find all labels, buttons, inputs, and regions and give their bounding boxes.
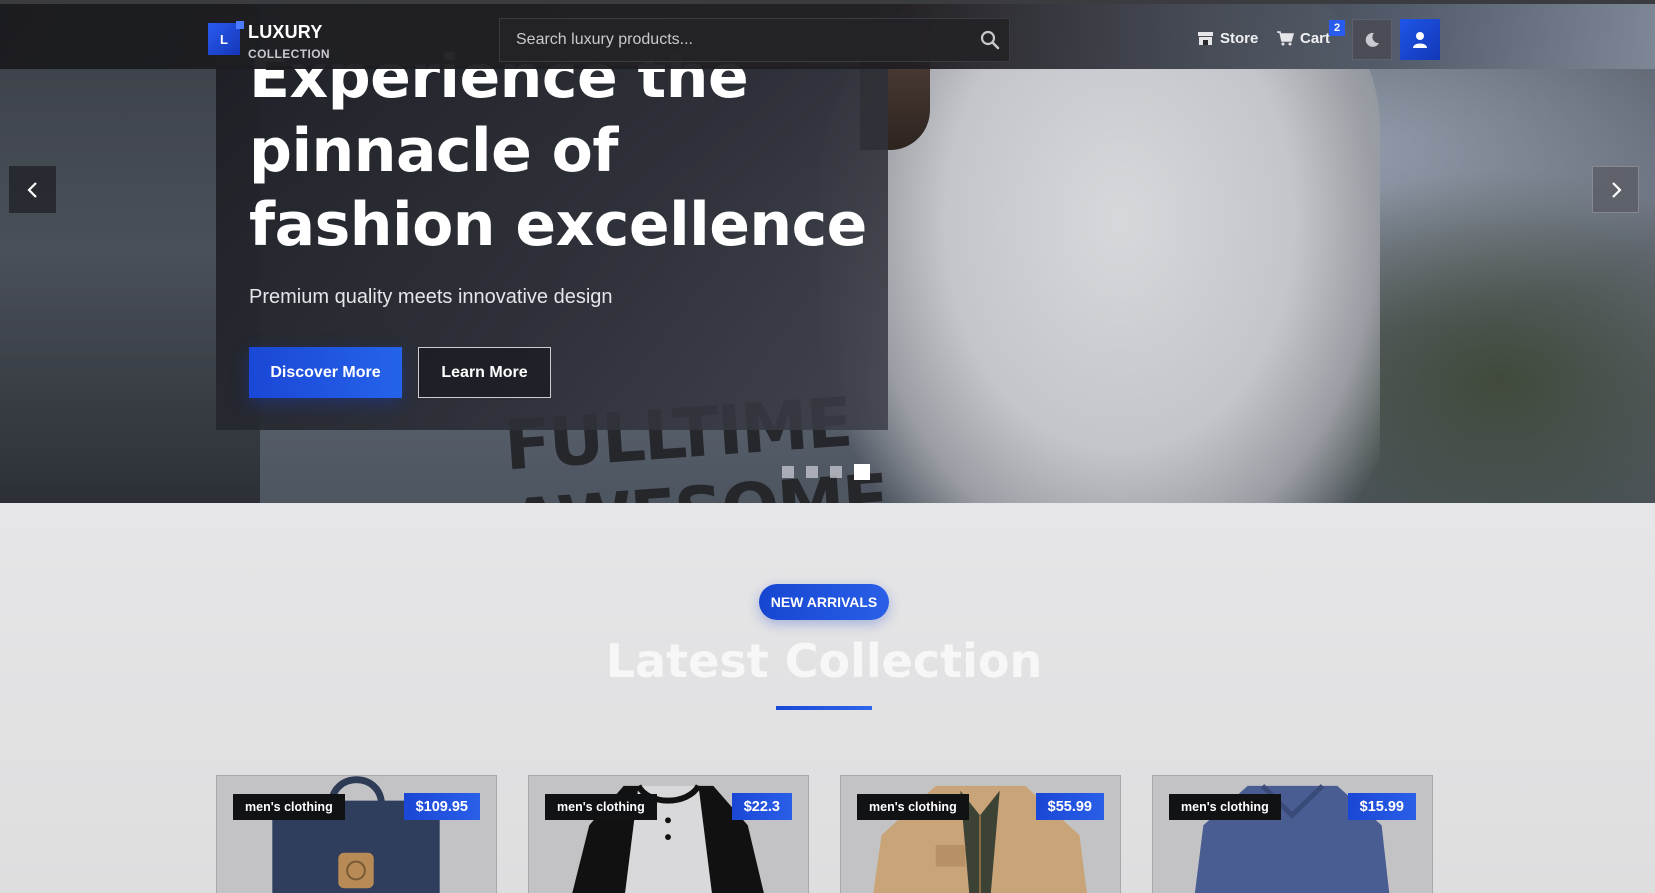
logo-mark[interactable]: L <box>208 21 244 55</box>
new-arrivals-badge: NEW ARRIVALS <box>759 584 889 620</box>
store-icon <box>1198 32 1213 45</box>
section-title: Latest Collection <box>605 634 1043 688</box>
logo-subtitle: COLLECTION <box>248 47 330 61</box>
product-card[interactable]: men's clothing $22.3 <box>528 775 809 893</box>
carousel-indicators <box>782 464 870 480</box>
product-card[interactable]: men's clothing $55.99 <box>840 775 1121 893</box>
user-account-button[interactable] <box>1400 19 1440 60</box>
discover-more-button[interactable]: Discover More <box>249 347 402 398</box>
chevron-right-icon <box>1611 181 1622 198</box>
user-icon <box>1413 31 1427 48</box>
nav-cart-link[interactable]: Cart <box>1277 30 1330 47</box>
hero-carousel: FULLTIME AWESOME Experience the pinnacle… <box>0 0 1655 503</box>
moon-icon <box>1365 32 1379 47</box>
carousel-next-button[interactable] <box>1592 166 1639 213</box>
learn-more-button[interactable]: Learn More <box>418 347 551 398</box>
product-category-tag: men's clothing <box>1169 794 1281 820</box>
product-card[interactable]: men's clothing $15.99 <box>1152 775 1433 893</box>
product-card[interactable]: men's clothing $109.95 <box>216 775 497 893</box>
logo-title[interactable]: LUXURY <box>248 22 323 43</box>
nav-store-label: Store <box>1220 30 1259 47</box>
cart-count-badge: 2 <box>1329 20 1345 36</box>
navbar: L LUXURY COLLECTION Store Cart 2 <box>0 4 1655 69</box>
nav-store-link[interactable]: Store <box>1197 30 1258 47</box>
cart-icon <box>1277 31 1294 46</box>
carousel-dot-2[interactable] <box>806 466 818 478</box>
carousel-dot-4[interactable] <box>854 464 870 480</box>
nav-cart-label: Cart <box>1300 30 1331 47</box>
product-category-tag: men's clothing <box>545 794 657 820</box>
product-category-tag: men's clothing <box>233 794 345 820</box>
chevron-left-icon <box>26 181 37 198</box>
product-price-tag: $55.99 <box>1035 793 1104 820</box>
product-price-tag: $109.95 <box>403 793 480 820</box>
carousel-prev-button[interactable] <box>9 166 56 213</box>
product-category-tag: men's clothing <box>857 794 969 820</box>
title-underline <box>776 706 872 710</box>
search-icon[interactable] <box>979 29 1001 51</box>
product-price-tag: $15.99 <box>1347 793 1416 820</box>
carousel-dot-3[interactable] <box>830 466 842 478</box>
search-box <box>499 18 1010 62</box>
hero-subtitle: Premium quality meets innovative design <box>249 286 613 308</box>
search-input[interactable] <box>500 19 960 61</box>
theme-toggle-button[interactable] <box>1352 19 1392 60</box>
carousel-dot-1[interactable] <box>782 466 794 478</box>
product-price-tag: $22.3 <box>731 793 792 820</box>
hero-title: Experience the pinnacle of fashion excel… <box>249 42 867 260</box>
